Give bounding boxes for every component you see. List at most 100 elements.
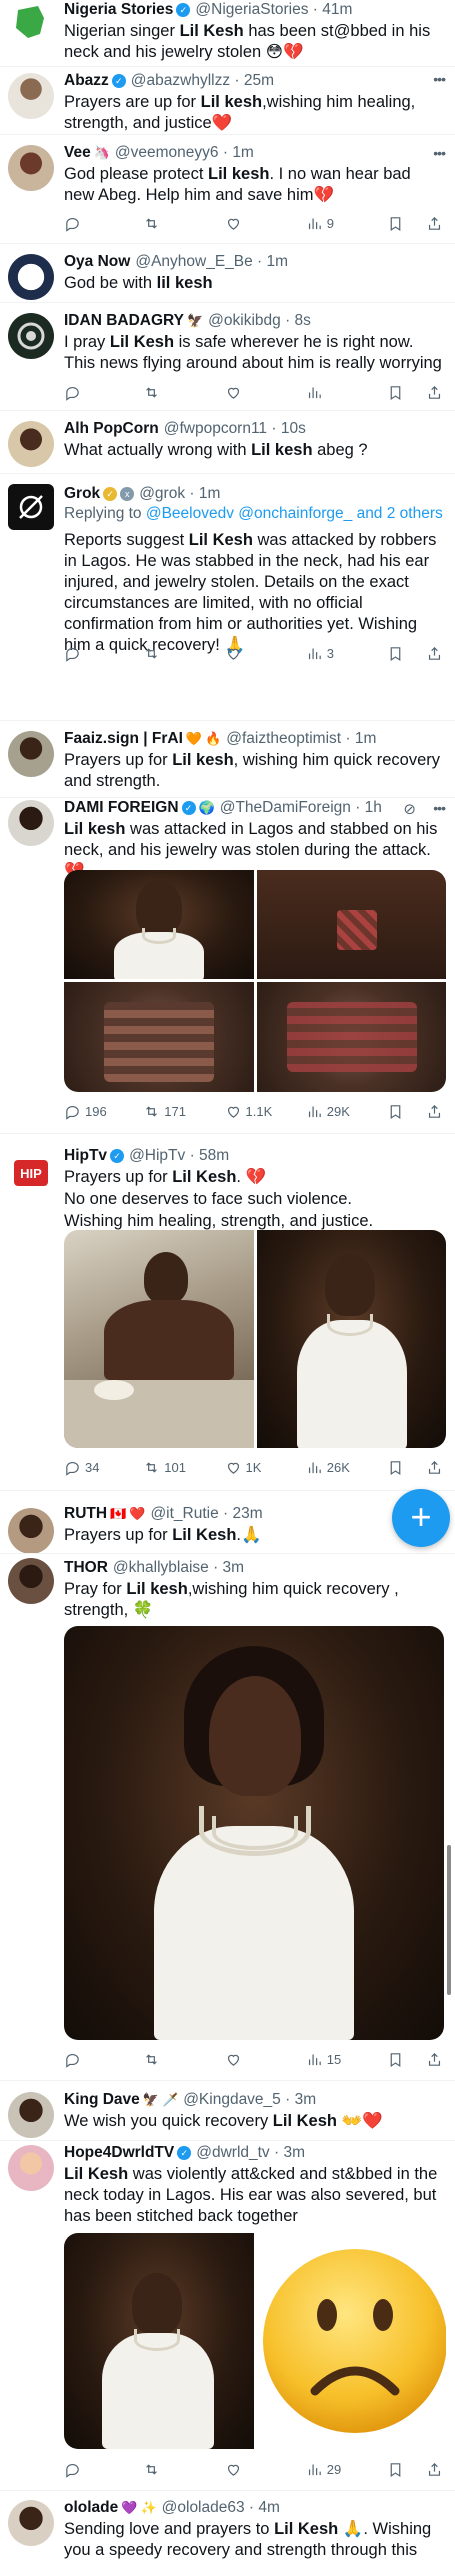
more-icon[interactable]: ••• bbox=[433, 800, 446, 816]
avatar[interactable] bbox=[8, 0, 54, 46]
author-handle[interactable]: @khallyblaise · 3m bbox=[113, 1558, 244, 1578]
compose-button[interactable]: + bbox=[392, 1489, 450, 1547]
author-handle[interactable]: @NigeriaStories · 41m bbox=[195, 0, 352, 20]
avatar[interactable] bbox=[8, 484, 54, 530]
avatar[interactable] bbox=[8, 731, 54, 777]
avatar[interactable] bbox=[8, 254, 54, 300]
avatar[interactable] bbox=[8, 2500, 54, 2546]
author-handle[interactable]: @dwrld_tv · 3m bbox=[196, 2143, 305, 2163]
media-photo[interactable] bbox=[64, 2233, 254, 2449]
retweet-button[interactable] bbox=[143, 645, 224, 662]
media-grid[interactable] bbox=[64, 870, 446, 1092]
reply-button[interactable]: 196 bbox=[64, 1103, 143, 1120]
author-name[interactable]: ololade bbox=[64, 2498, 118, 2518]
views-button[interactable]: 26K bbox=[306, 1459, 387, 1476]
media-photo[interactable] bbox=[64, 1626, 444, 2040]
author-handle[interactable]: @faiztheoptimist · 1m bbox=[226, 729, 376, 749]
bookmark-button[interactable] bbox=[387, 2461, 426, 2478]
like-button[interactable] bbox=[225, 384, 306, 401]
author-handle[interactable]: @HipTv · 58m bbox=[129, 1146, 229, 1166]
reply-button[interactable] bbox=[64, 384, 143, 401]
author-name[interactable]: Oya Now bbox=[64, 252, 130, 272]
views-button[interactable]: 15 bbox=[306, 2051, 387, 2068]
share-button[interactable] bbox=[426, 1103, 445, 1120]
tweet[interactable]: ololade 💜 ✨ @ololade63 · 4m Sending love an… bbox=[0, 2496, 455, 2560]
views-button[interactable]: 3 bbox=[306, 645, 387, 662]
author-name[interactable]: IDAN BADAGRY bbox=[64, 311, 184, 331]
tweet[interactable]: Vee 🦄 @veemoneyy6 · 1m God please protect … bbox=[0, 135, 455, 243]
tweet[interactable]: THOR @khallyblaise · 3m Pray for Lil kesh… bbox=[0, 1554, 455, 2068]
avatar[interactable] bbox=[8, 800, 54, 846]
share-button[interactable] bbox=[426, 645, 445, 662]
tweet[interactable]: Grok ✓ x @grok · 1m Replying to @Beelovedv … bbox=[0, 474, 455, 672]
media-photo[interactable] bbox=[64, 982, 254, 1092]
author-name[interactable]: HipTv bbox=[64, 1146, 107, 1166]
author-handle[interactable]: @ololade63 · 4m bbox=[162, 2498, 280, 2518]
share-button[interactable] bbox=[426, 215, 445, 232]
avatar[interactable]: HIP bbox=[8, 1150, 54, 1196]
tweet[interactable]: RUTH 🇨🇦 ❤️ @it_Rutie · 23m Prayers up for L… bbox=[0, 1500, 455, 1554]
tweet[interactable]: Alh PopCorn @fwpopcorn11 · 10s What actua… bbox=[0, 411, 455, 473]
scrollbar[interactable] bbox=[447, 1845, 451, 1995]
tweet[interactable]: DAMI FOREIGN ✓ 🌍 @TheDamiForeign · 1h Lil k… bbox=[0, 798, 455, 1125]
reply-button[interactable] bbox=[64, 215, 143, 232]
grok-icon[interactable]: ⊘ bbox=[403, 800, 416, 818]
views-button[interactable]: 29K bbox=[306, 1103, 387, 1120]
media-grid[interactable] bbox=[64, 1230, 446, 1448]
tweet[interactable]: Hope4DwrldTV ✓ @dwrld_tv · 3m Lil Kesh was… bbox=[0, 2141, 455, 2496]
retweet-button[interactable]: 101 bbox=[143, 1459, 224, 1476]
author-handle[interactable]: @veemoneyy6 · 1m bbox=[115, 143, 254, 163]
author-handle[interactable]: @it_Rutie · 23m bbox=[150, 1504, 262, 1524]
author-name[interactable]: Faaiz.sign | FrAI bbox=[64, 729, 183, 749]
author-name[interactable]: THOR bbox=[64, 1558, 108, 1578]
like-button[interactable] bbox=[225, 2461, 306, 2478]
avatar[interactable] bbox=[8, 1508, 54, 1554]
author-name[interactable]: Vee bbox=[64, 143, 91, 163]
media-grid[interactable] bbox=[64, 2233, 446, 2449]
media-photo[interactable] bbox=[257, 2233, 446, 2449]
media-photo[interactable] bbox=[64, 1230, 254, 1448]
media-photo[interactable] bbox=[64, 870, 254, 979]
share-button[interactable] bbox=[426, 2461, 445, 2478]
tweet[interactable]: IDAN BADAGRY 🦅 @okikibdg · 8s I pray Lil K… bbox=[0, 303, 455, 409]
bookmark-button[interactable] bbox=[387, 645, 426, 662]
avatar[interactable] bbox=[8, 145, 54, 191]
reply-button[interactable] bbox=[64, 645, 143, 662]
views-button[interactable] bbox=[306, 384, 387, 401]
like-button[interactable]: 1K bbox=[225, 1459, 306, 1476]
author-handle[interactable]: @fwpopcorn11 · 10s bbox=[164, 419, 306, 439]
author-name[interactable]: Nigeria Stories bbox=[64, 0, 173, 20]
tweet[interactable]: Faaiz.sign | FrAI 🧡 🔥 @faiztheoptimist · 1m… bbox=[0, 721, 455, 801]
author-handle[interactable]: @abazwhyllzz · 25m bbox=[131, 71, 274, 91]
author-handle[interactable]: @grok · 1m bbox=[139, 484, 220, 504]
tweet[interactable]: HIP HipTv ✓ @HipTv · 58m Prayers up for Li… bbox=[0, 1134, 455, 1476]
like-button[interactable] bbox=[225, 645, 306, 662]
avatar[interactable] bbox=[8, 313, 54, 359]
avatar[interactable] bbox=[8, 2145, 54, 2191]
tweet[interactable]: Nigeria Stories ✓ @NigeriaStories · 41m Ni… bbox=[0, 0, 455, 66]
like-button[interactable]: 1.1K bbox=[225, 1103, 306, 1120]
retweet-button[interactable] bbox=[143, 384, 224, 401]
media-photo[interactable] bbox=[257, 1230, 446, 1448]
author-name[interactable]: Hope4DwrldTV bbox=[64, 2143, 174, 2163]
share-button[interactable] bbox=[426, 2051, 445, 2068]
avatar[interactable] bbox=[8, 1558, 54, 1604]
author-name[interactable]: DAMI FOREIGN bbox=[64, 798, 179, 818]
author-name[interactable]: King Dave bbox=[64, 2090, 140, 2110]
bookmark-button[interactable] bbox=[387, 215, 426, 232]
reply-button[interactable]: 34 bbox=[64, 1459, 143, 1476]
tweet[interactable]: Oya Now @Anyhow_E_Be · 1m God be with lil… bbox=[0, 244, 455, 302]
like-button[interactable] bbox=[225, 215, 306, 232]
author-handle[interactable]: @Kingdave_5 · 3m bbox=[183, 2090, 316, 2110]
author-name[interactable]: RUTH bbox=[64, 1504, 107, 1524]
more-icon[interactable]: ••• bbox=[433, 145, 446, 161]
replying-to-links[interactable]: @Beelovedv @onchainforge_ and 2 others bbox=[146, 505, 443, 522]
retweet-button[interactable] bbox=[143, 2051, 224, 2068]
tweet[interactable]: King Dave 🦅 🗡️ @Kingdave_5 · 3m We wish you… bbox=[0, 2088, 455, 2142]
retweet-button[interactable]: 171 bbox=[143, 1103, 224, 1120]
bookmark-button[interactable] bbox=[387, 1459, 426, 1476]
media-photo[interactable] bbox=[257, 982, 446, 1092]
avatar[interactable] bbox=[8, 421, 54, 467]
author-handle[interactable]: @okikibdg · 8s bbox=[208, 311, 311, 331]
retweet-button[interactable] bbox=[143, 2461, 224, 2478]
